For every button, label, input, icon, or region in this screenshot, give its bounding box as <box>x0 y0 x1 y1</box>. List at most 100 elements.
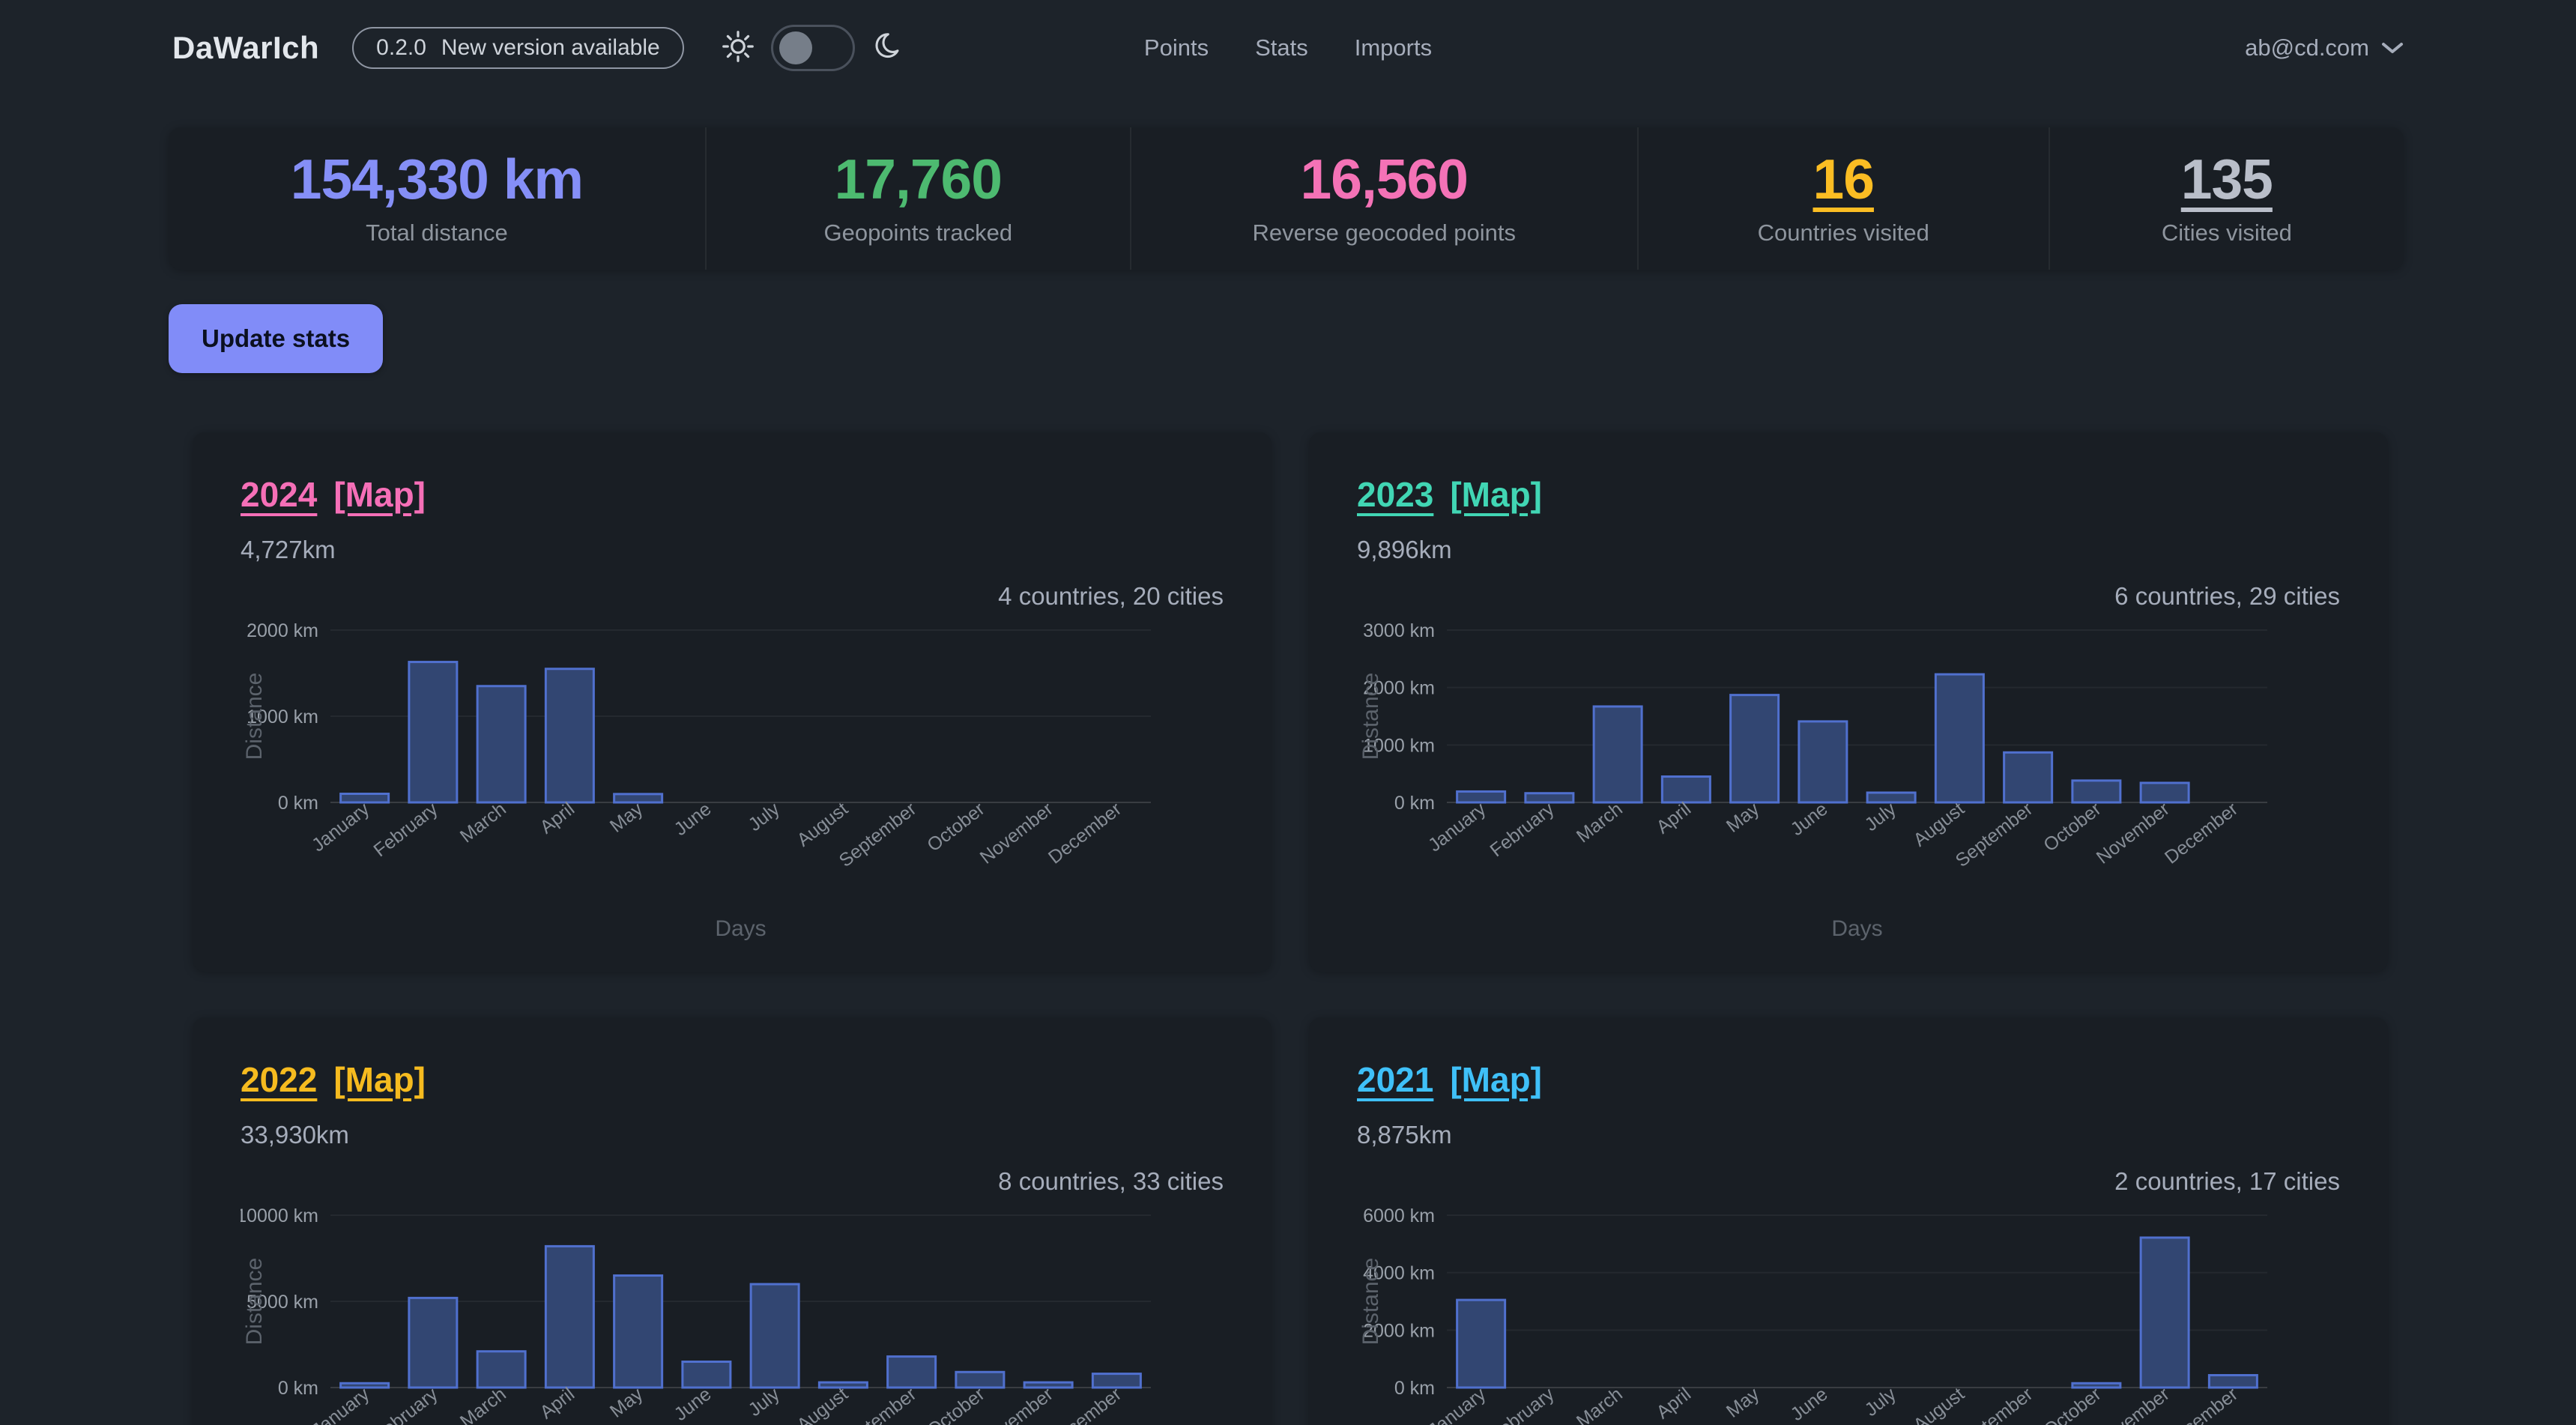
stat-label: Total distance <box>366 220 508 246</box>
x-tick-label: July <box>1861 798 1901 835</box>
chart-bar-September[interactable] <box>888 1357 936 1388</box>
map-link-2022[interactable]: [Map] <box>333 1059 426 1100</box>
chart-bar-April[interactable] <box>545 1246 593 1388</box>
card-title: 2023 [Map] <box>1357 474 2340 515</box>
x-tick-label: March <box>1573 1384 1627 1425</box>
map-link-2021[interactable]: [Map] <box>1450 1059 1542 1100</box>
x-tick-label: June <box>1787 799 1832 840</box>
chart-bar-May[interactable] <box>614 1276 662 1388</box>
y-tick-label: 0 km <box>1394 1378 1435 1399</box>
x-tick-label: February <box>1486 1383 1558 1425</box>
chart-bar-March[interactable] <box>1594 707 1642 802</box>
x-tick-label: August <box>793 799 852 851</box>
nav-link-stats[interactable]: Stats <box>1255 34 1308 61</box>
chart-bar-September[interactable] <box>2004 752 2052 802</box>
chart-bar-February[interactable] <box>409 662 457 802</box>
x-tick-label: June <box>671 799 716 840</box>
chart-bar-January[interactable] <box>341 794 389 803</box>
stat-value: 17,760 <box>835 151 1002 208</box>
chart-bar-December[interactable] <box>2209 1376 2257 1388</box>
year-distance: 8,875km <box>1357 1121 2340 1149</box>
chart-bar-November[interactable] <box>2141 783 2189 802</box>
chart-bar-January[interactable] <box>1457 1300 1505 1388</box>
chart-bar-June[interactable] <box>683 1362 731 1388</box>
app-logo: DaWarIch <box>172 30 319 66</box>
y-axis-title: Distance <box>1358 1258 1383 1346</box>
year-chart-2021: 0 km2000 km4000 km6000 kmJanuaryFebruary… <box>1357 1200 2340 1425</box>
year-summary: 4 countries, 20 cities <box>241 582 1224 611</box>
x-tick-label: April <box>536 799 578 838</box>
nav-link-imports[interactable]: Imports <box>1355 34 1432 61</box>
cities-visited-link[interactable]: 135 <box>2181 151 2273 208</box>
chart-bar-March[interactable] <box>477 1352 525 1388</box>
chart-bar-March[interactable] <box>477 686 525 802</box>
x-tick-label: February <box>369 1383 441 1425</box>
chart-bar-October[interactable] <box>2072 781 2120 802</box>
stat-label: Reverse geocoded points <box>1252 220 1516 246</box>
chart-bar-May[interactable] <box>1731 695 1779 802</box>
chart-bar-August[interactable] <box>819 1382 867 1388</box>
chart-bar-November[interactable] <box>1024 1382 1072 1388</box>
chart-bar-August[interactable] <box>1935 674 1983 802</box>
year-distance: 4,727km <box>241 536 1224 564</box>
year-cards-grid: 2024 [Map] 4,727km 4 countries, 20 citie… <box>193 432 2379 1425</box>
stat-cities-visited: 135 Cities visited <box>2049 127 2404 270</box>
x-tick-label: October <box>2040 1384 2105 1425</box>
navbar: DaWarIch 0.2.0 New version available Poi… <box>0 0 2576 96</box>
x-tick-label: February <box>1486 798 1558 861</box>
x-tick-label: December <box>1044 799 1125 868</box>
countries-visited-link[interactable]: 16 <box>1813 151 1874 208</box>
x-tick-label: June <box>1787 1384 1832 1425</box>
year-link-2023[interactable]: 2023 <box>1357 474 1433 515</box>
year-chart-2024: 0 km1000 km2000 kmJanuaryFebruaryMarchAp… <box>241 615 1224 967</box>
update-stats-button[interactable]: Update stats <box>169 304 383 373</box>
x-tick-label: July <box>745 1383 784 1421</box>
x-tick-label: September <box>1952 1384 2037 1425</box>
chart-bar-April[interactable] <box>1662 777 1710 803</box>
theme-toggle-knob <box>779 31 812 64</box>
user-email: ab@cd.com <box>2245 34 2369 61</box>
chart-bar-February[interactable] <box>1526 793 1573 802</box>
x-tick-label: August <box>1909 1384 1968 1425</box>
y-tick-label: 0 km <box>278 1378 318 1399</box>
year-link-2024[interactable]: 2024 <box>241 474 317 515</box>
y-tick-label: 3000 km <box>1363 620 1435 641</box>
chart-bar-November[interactable] <box>2141 1238 2189 1388</box>
year-summary: 8 countries, 33 cities <box>241 1167 1224 1196</box>
year-link-2022[interactable]: 2022 <box>241 1059 317 1100</box>
year-link-2021[interactable]: 2021 <box>1357 1059 1433 1100</box>
stat-geopoints-tracked: 17,760 Geopoints tracked <box>705 127 1130 270</box>
chart-bar-February[interactable] <box>409 1298 457 1388</box>
moon-icon <box>871 31 903 66</box>
chart-bar-October[interactable] <box>2072 1383 2120 1388</box>
chart-bar-January[interactable] <box>341 1383 389 1388</box>
x-tick-label: March <box>456 799 510 847</box>
chart-bar-June[interactable] <box>1799 721 1847 802</box>
stats-row: 154,330 km Total distance 17,760 Geopoin… <box>169 127 2404 270</box>
chart-bar-October[interactable] <box>956 1372 1004 1388</box>
x-tick-label: November <box>976 799 1057 868</box>
chart-bar-December[interactable] <box>1092 1374 1140 1388</box>
theme-toggle[interactable] <box>771 25 855 71</box>
year-summary: 6 countries, 29 cities <box>1357 582 2340 611</box>
x-tick-label: December <box>2161 1384 2242 1425</box>
user-menu[interactable]: ab@cd.com <box>2245 34 2404 61</box>
stat-countries-visited: 16 Countries visited <box>1637 127 2049 270</box>
card-title: 2022 [Map] <box>241 1059 1224 1100</box>
x-tick-label: November <box>976 1384 1057 1425</box>
nav-link-points[interactable]: Points <box>1144 34 1209 61</box>
chart-bar-May[interactable] <box>614 794 662 802</box>
chart-bar-January[interactable] <box>1457 791 1505 802</box>
x-tick-label: March <box>456 1384 510 1425</box>
year-summary: 2 countries, 17 cities <box>1357 1167 2340 1196</box>
chart-bar-July[interactable] <box>751 1284 799 1388</box>
version-badge[interactable]: 0.2.0 New version available <box>352 27 684 69</box>
chart-bar-July[interactable] <box>1867 793 1915 802</box>
x-tick-label: July <box>1861 1383 1901 1421</box>
map-link-2024[interactable]: [Map] <box>333 474 426 515</box>
map-link-2023[interactable]: [Map] <box>1450 474 1542 515</box>
year-card-2022: 2022 [Map] 33,930km 8 countries, 33 citi… <box>193 1017 1272 1425</box>
x-tick-label: May <box>606 1383 647 1421</box>
chart-bar-April[interactable] <box>545 669 593 802</box>
y-tick-label: 6000 km <box>1363 1205 1435 1226</box>
